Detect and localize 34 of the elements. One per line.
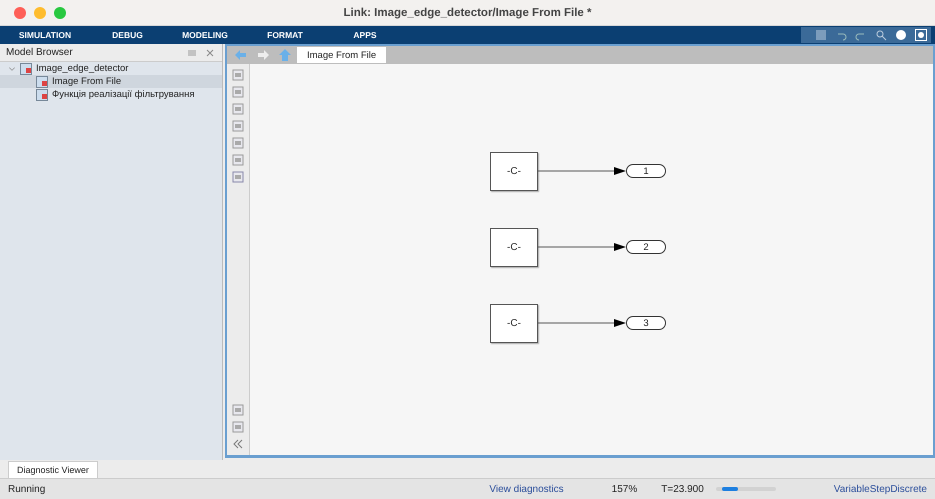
tree-item[interactable]: Image From File: [0, 75, 222, 88]
model-icon: [20, 62, 32, 74]
model-icon: [36, 76, 48, 88]
close-button[interactable]: [14, 6, 26, 18]
solver-name: VariableStepDiscrete: [834, 484, 927, 494]
constant-block[interactable]: -C-: [490, 152, 538, 191]
maximize-button[interactable]: [54, 6, 66, 18]
chevron-down-icon[interactable]: [8, 64, 16, 72]
constant-block[interactable]: -C-: [490, 228, 538, 267]
minimize-button[interactable]: [34, 6, 46, 18]
status-text: Running: [8, 484, 46, 494]
zoom-level: 157%: [612, 484, 638, 494]
menu-item[interactable]: APPS: [325, 30, 405, 40]
tree-item[interactable]: Image_edge_detector: [0, 62, 222, 75]
panel-title: Model Browser: [6, 47, 74, 58]
menu-item[interactable]: SIMULATION: [0, 30, 90, 40]
menu-item[interactable]: DEBUG: [90, 30, 165, 40]
window-title: Link: Image_edge_detector/Image From File *: [344, 6, 592, 18]
simulation-time: T=23.900: [661, 484, 704, 494]
outport-block[interactable]: 3: [626, 316, 666, 330]
tab[interactable]: Diagnostic Viewer: [8, 461, 98, 478]
up-arrow-icon[interactable]: [279, 49, 291, 61]
outport-block[interactable]: 2: [626, 240, 666, 254]
view-diagnostics-link[interactable]: View diagnostics: [489, 484, 564, 494]
model-icon: [36, 88, 48, 100]
menu-item[interactable]: MODELING: [165, 30, 245, 40]
menu-item[interactable]: FORMAT: [245, 30, 325, 40]
constant-block[interactable]: -C-: [490, 304, 538, 343]
collapse-icon[interactable]: [232, 438, 244, 450]
tab[interactable]: Image From File: [297, 47, 386, 63]
search-icon[interactable]: [875, 29, 887, 41]
tree-item[interactable]: Функція реалізації фільтрування: [0, 88, 222, 101]
close-icon[interactable]: [204, 46, 216, 58]
outport-block[interactable]: 1: [626, 164, 666, 178]
